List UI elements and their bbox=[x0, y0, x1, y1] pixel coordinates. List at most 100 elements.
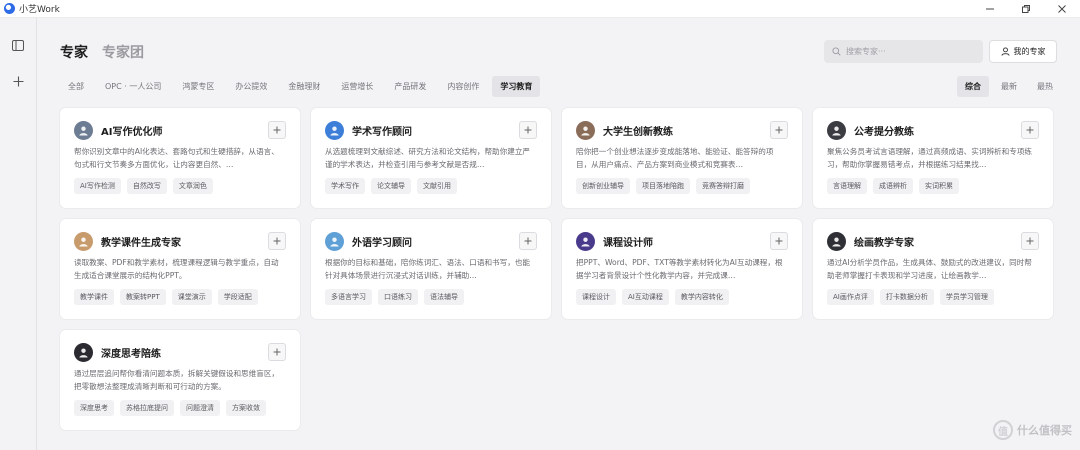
courseware-avatar-icon bbox=[74, 231, 93, 251]
card-header: 学术写作顾问 bbox=[325, 119, 536, 141]
plus-icon bbox=[273, 237, 281, 245]
category-tabs: 全部 OPC · 一人公司 鸿蒙专区 办公提效 金融理财 运营增长 产品研发 内容创作 学习教育 bbox=[60, 76, 545, 97]
expert-description: 根据你的目标和基础，陪你练词汇、语法、口语和书写，也能针对具体场景进行沉浸式对话… bbox=[325, 258, 531, 280]
tag: 教学内容转化 bbox=[674, 289, 729, 305]
card-header: 深度思考陪练 bbox=[74, 341, 285, 363]
title-bar: 小艺Work bbox=[0, 0, 1080, 18]
search-input[interactable] bbox=[846, 47, 966, 56]
tag: 口语练习 bbox=[378, 289, 418, 305]
expert-card[interactable]: 绘画教学专家 通过AI分析学员作品，生成具体、鼓励式的改进建议，同时帮助老师掌握打… bbox=[813, 219, 1053, 319]
academic-avatar-icon bbox=[325, 120, 344, 140]
tag-list: 多语言学习 口语练习 语法辅导 bbox=[325, 289, 536, 305]
tag: 学术写作 bbox=[325, 178, 365, 194]
expert-description: 从选题梳理到文献综述、研究方法和论文结构，帮助你建立严谨的学术表达，并检查引用与… bbox=[325, 147, 531, 169]
tag: 成语辨析 bbox=[873, 178, 913, 194]
category-tab[interactable]: 产品研发 bbox=[386, 76, 434, 97]
app-title: 小艺Work bbox=[19, 5, 60, 15]
category-tab[interactable]: 运营增长 bbox=[333, 76, 381, 97]
window-controls bbox=[972, 0, 1080, 18]
tag: 文章润色 bbox=[172, 178, 213, 194]
tag: 方案收敛 bbox=[226, 400, 266, 416]
expert-title: 课程设计师 bbox=[603, 237, 653, 249]
close-button[interactable] bbox=[1044, 0, 1080, 18]
category-tab[interactable]: 学习教育 bbox=[492, 76, 541, 97]
category-tab[interactable]: 金融理财 bbox=[280, 76, 328, 97]
expert-card[interactable]: 学术写作顾问从选题梳理到文献综述、研究方法和论文结构，帮助你建立严谨的学术表达，… bbox=[311, 108, 551, 208]
tag: 课堂演示 bbox=[171, 289, 212, 305]
expert-card[interactable]: 外语学习顾问 根据你的目标和基础，陪你练词汇、语法、口语和书写，也能针对具体场景进… bbox=[311, 219, 551, 319]
minimize-button[interactable] bbox=[972, 0, 1008, 18]
add-expert-button[interactable] bbox=[770, 121, 788, 139]
minimize-icon bbox=[986, 8, 994, 10]
language-avatar-icon bbox=[325, 231, 344, 251]
tag: 多语言学习 bbox=[325, 289, 372, 305]
tab-expert-teams[interactable]: 专家团 bbox=[102, 42, 144, 62]
tag: AI写作检测 bbox=[74, 178, 121, 194]
tag-list: 言语理解 成语辨析 实词积累 bbox=[827, 178, 1038, 194]
my-expert-button[interactable]: 我的专家 bbox=[989, 40, 1057, 63]
watermark-logo-icon: 值 bbox=[993, 420, 1013, 440]
tag-list: 课程设计 AI互动课程 教学内容转化 bbox=[576, 289, 787, 305]
sort-tab[interactable]: 最新 bbox=[993, 76, 1025, 97]
plus-icon bbox=[273, 348, 281, 356]
category-tab[interactable]: 鸿蒙专区 bbox=[174, 76, 222, 97]
tag: 学段适配 bbox=[217, 289, 258, 305]
expert-card[interactable]: 公考提分教练 聚焦公务员考试言语理解，通过高频成语、实词辨析和专项练习，帮助你掌握… bbox=[813, 108, 1053, 208]
expert-title: 教学课件生成专家 bbox=[101, 237, 181, 249]
new-task-button[interactable] bbox=[7, 70, 29, 92]
painting-avatar-icon bbox=[827, 231, 846, 251]
add-expert-button[interactable] bbox=[519, 121, 537, 139]
tag: 打卡数据分析 bbox=[879, 289, 934, 305]
card-header: 教学课件生成专家 bbox=[74, 230, 285, 252]
expert-title: 公考提分教练 bbox=[854, 126, 914, 138]
add-expert-button[interactable] bbox=[268, 121, 286, 139]
tag: 论文辅导 bbox=[371, 178, 411, 194]
tag: 问题澄清 bbox=[180, 400, 220, 416]
thinking-avatar-icon bbox=[74, 342, 93, 362]
add-expert-button[interactable] bbox=[1021, 121, 1039, 139]
expert-title: 大学生创新教练 bbox=[603, 126, 673, 138]
add-expert-button[interactable] bbox=[770, 232, 788, 250]
sort-tab[interactable]: 最热 bbox=[1029, 76, 1061, 97]
tag: 文献引用 bbox=[417, 178, 457, 194]
expert-card[interactable]: 大学生创新教练 陪你把一个创业想法逐步变成能落地、能验证、能答辩的项目，从用户痛点… bbox=[562, 108, 802, 208]
toggle-sidebar-button[interactable] bbox=[7, 34, 29, 56]
restore-icon bbox=[1022, 5, 1030, 13]
category-tab[interactable]: 内容创作 bbox=[439, 76, 487, 97]
tag: 学员学习管理 bbox=[939, 289, 994, 305]
plus-icon bbox=[273, 126, 281, 134]
tag-list: AI写作检测 自然改写 文章润色 bbox=[74, 178, 285, 194]
expert-description: 通过层层追问帮你看清问题本质，拆解关键假设和思维盲区，把零散想法整理成清晰判断和… bbox=[74, 369, 280, 391]
search-box[interactable] bbox=[824, 40, 983, 63]
add-expert-button[interactable] bbox=[519, 232, 537, 250]
add-expert-button[interactable] bbox=[268, 343, 286, 361]
category-tab[interactable]: 全部 bbox=[60, 76, 92, 97]
close-icon bbox=[1058, 5, 1066, 13]
expert-title: 学术写作顾问 bbox=[352, 126, 412, 138]
exam-avatar-icon bbox=[827, 120, 846, 140]
expert-card[interactable]: 课程设计师把PPT、Word、PDF、TXT等教学素材转化为AI互动课程，根据学… bbox=[562, 219, 802, 319]
expert-card[interactable]: 教学课件生成专家 读取教案、PDF和教学素材，梳理课程逻辑与教学重点，自动生成适合… bbox=[60, 219, 300, 319]
expert-description: 把PPT、Word、PDF、TXT等教学素材转化为AI互动课程，根据学习者背景设… bbox=[576, 258, 783, 280]
plus-icon bbox=[524, 237, 532, 245]
sort-tab[interactable]: 综合 bbox=[957, 76, 989, 97]
plus-icon bbox=[775, 126, 783, 134]
add-expert-button[interactable] bbox=[268, 232, 286, 250]
plus-icon bbox=[524, 126, 532, 134]
sidebar-panel-icon bbox=[12, 39, 24, 51]
restore-button[interactable] bbox=[1008, 0, 1044, 18]
expert-card[interactable]: AI写作优化师 帮你识别文章中的AI化表达、套路句式和生硬措辞，从语言、句式和行文… bbox=[60, 108, 300, 208]
category-tab[interactable]: 办公提效 bbox=[227, 76, 275, 97]
tag: 项目落地陪跑 bbox=[636, 178, 690, 194]
card-header: 绘画教学专家 bbox=[827, 230, 1038, 252]
tag: 教案转PPT bbox=[120, 289, 166, 305]
tag: 言语理解 bbox=[827, 178, 867, 194]
expert-card[interactable]: 深度思考陪练 通过层层追问帮你看清问题本质，拆解关键假设和思维盲区，把零散想法整理… bbox=[60, 330, 300, 430]
card-header: 公考提分教练 bbox=[827, 119, 1038, 141]
tag-list: 教学课件 教案转PPT 课堂演示 学段适配 bbox=[74, 289, 285, 305]
category-tab[interactable]: OPC · 一人公司 bbox=[97, 76, 169, 97]
tag: AI画作点评 bbox=[827, 289, 874, 305]
tab-experts[interactable]: 专家 bbox=[60, 42, 88, 62]
add-expert-button[interactable] bbox=[1021, 232, 1039, 250]
plus-icon bbox=[13, 76, 23, 86]
